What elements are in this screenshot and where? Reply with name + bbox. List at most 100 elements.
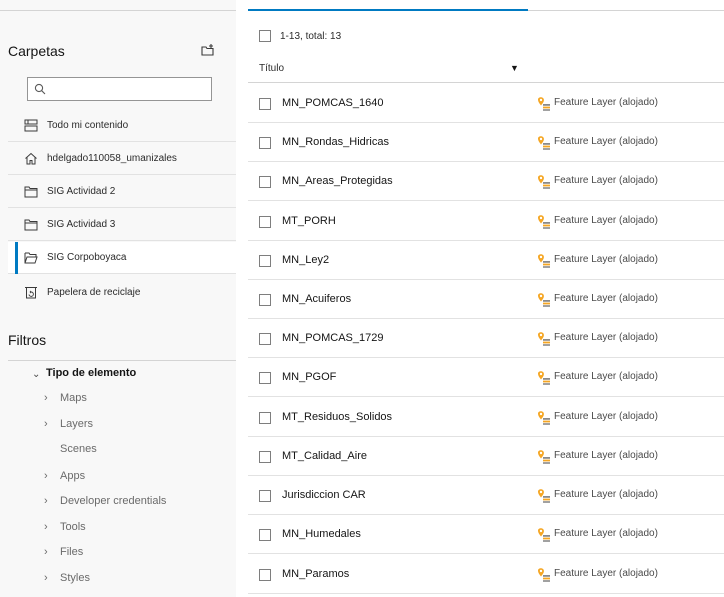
- table-row[interactable]: MT_Calidad_Aire Feature Layer (alojado): [248, 437, 724, 476]
- sidebar-top-divider: [0, 0, 236, 11]
- active-folder-indicator: [15, 242, 18, 274]
- filters-divider: [8, 360, 236, 361]
- item-type: Feature Layer (alojado): [554, 332, 658, 343]
- item-type: Feature Layer (alojado): [554, 254, 658, 265]
- table-row[interactable]: MN_PGOF Feature Layer (alojado): [248, 358, 724, 397]
- item-title[interactable]: MN_Rondas_Hidricas: [282, 136, 389, 148]
- chevron-right-icon: ›: [44, 470, 48, 482]
- feature-layer-icon: [538, 489, 550, 503]
- folder-icon: [24, 186, 38, 198]
- folder-item-sig-actividad-3[interactable]: SIG Actividad 3: [8, 209, 236, 241]
- row-checkbox[interactable]: [259, 176, 271, 188]
- new-folder-icon[interactable]: [201, 43, 215, 57]
- item-title[interactable]: MT_Residuos_Solidos: [282, 411, 392, 423]
- row-checkbox[interactable]: [259, 255, 271, 267]
- folder-label: SIG Actividad 3: [47, 219, 116, 230]
- filter-item-tools[interactable]: › Tools: [44, 521, 86, 533]
- item-title[interactable]: MN_Humedales: [282, 528, 361, 540]
- filter-item-scenes[interactable]: Scenes: [44, 443, 97, 455]
- content-list: 1-13, total: 13 Título ▼ MN_POMCAS_1640 F…: [248, 0, 724, 597]
- feature-layer-icon: [538, 450, 550, 464]
- item-title[interactable]: MT_Calidad_Aire: [282, 450, 367, 462]
- item-title[interactable]: MN_POMCAS_1729: [282, 332, 384, 344]
- item-type: Feature Layer (alojado): [554, 371, 658, 382]
- row-checkbox[interactable]: [259, 98, 271, 110]
- row-checkbox[interactable]: [259, 412, 271, 424]
- home-icon: [25, 152, 37, 165]
- filter-item-styles[interactable]: › Styles: [44, 572, 90, 584]
- folders-title: Carpetas: [8, 43, 65, 59]
- row-checkbox[interactable]: [259, 372, 271, 384]
- filter-item-maps[interactable]: › Maps: [44, 392, 87, 404]
- row-checkbox[interactable]: [259, 216, 271, 228]
- item-title[interactable]: Jurisdiccion CAR: [282, 489, 366, 501]
- table-row[interactable]: MT_Residuos_Solidos Feature Layer (alojad…: [248, 398, 724, 437]
- folder-label: Papelera de reciclaje: [47, 287, 141, 298]
- search-icon: [34, 83, 46, 95]
- item-title[interactable]: MT_PORH: [282, 215, 336, 227]
- filter-item-layers[interactable]: › Layers: [44, 418, 93, 430]
- select-all-checkbox[interactable]: [259, 30, 271, 42]
- feature-layer-icon: [538, 371, 550, 385]
- filter-label: Maps: [60, 392, 87, 404]
- feature-layer-icon: [538, 293, 550, 307]
- filters-title: Filtros: [8, 332, 47, 348]
- folder-icon: [24, 219, 38, 231]
- item-title[interactable]: MN_Ley2: [282, 254, 329, 266]
- feature-layer-icon: [538, 332, 550, 346]
- table-row[interactable]: MN_Humedales Feature Layer (alojado): [248, 515, 724, 554]
- chevron-down-icon[interactable]: ⌄: [32, 369, 40, 380]
- row-checkbox[interactable]: [259, 294, 271, 306]
- item-type: Feature Layer (alojado): [554, 528, 658, 539]
- feature-layer-icon: [538, 136, 550, 150]
- folder-item-recycle-bin[interactable]: Papelera de reciclaje: [8, 277, 236, 309]
- table-row[interactable]: Jurisdiccion CAR Feature Layer (alojado): [248, 476, 724, 515]
- folder-item-home[interactable]: hdelgado110058_umanizales: [8, 143, 236, 175]
- folder-item-sig-corpoboyaca[interactable]: SIG Corpoboyaca: [8, 242, 236, 274]
- folder-label: Todo mi contenido: [47, 120, 129, 131]
- row-checkbox[interactable]: [259, 333, 271, 345]
- filter-item-files[interactable]: › Files: [44, 546, 83, 558]
- active-tab-indicator: [248, 9, 528, 11]
- table-row[interactable]: MN_Paramos Feature Layer (alojado): [248, 555, 724, 594]
- table-row[interactable]: MN_POMCAS_1729 Feature Layer (alojado): [248, 319, 724, 358]
- item-title[interactable]: MN_Paramos: [282, 568, 349, 580]
- folder-item-sig-actividad-2[interactable]: SIG Actividad 2: [8, 176, 236, 208]
- table-row[interactable]: MN_POMCAS_1640 Feature Layer (alojado): [248, 84, 724, 123]
- row-checkbox[interactable]: [259, 490, 271, 502]
- column-header-title[interactable]: Título: [259, 63, 284, 74]
- table-row[interactable]: MN_Areas_Protegidas Feature Layer (alojad…: [248, 162, 724, 201]
- table-row[interactable]: MN_Rondas_Hidricas Feature Layer (alojado…: [248, 123, 724, 162]
- table-row[interactable]: MN_Acuiferos Feature Layer (alojado): [248, 280, 724, 319]
- filter-item-apps[interactable]: › Apps: [44, 470, 85, 482]
- row-checkbox[interactable]: [259, 569, 271, 581]
- filter-label: Apps: [60, 470, 86, 482]
- row-checkbox[interactable]: [259, 137, 271, 149]
- item-type-filter-header[interactable]: Tipo de elemento: [46, 367, 136, 379]
- item-type: Feature Layer (alojado): [554, 293, 658, 304]
- table-row[interactable]: MT_PORH Feature Layer (alojado): [248, 202, 724, 241]
- filter-item-developer-credentials[interactable]: › Developer credentials: [44, 495, 166, 507]
- item-type: Feature Layer (alojado): [554, 136, 658, 147]
- item-type: Feature Layer (alojado): [554, 568, 658, 579]
- sort-descending-icon[interactable]: ▼: [510, 63, 519, 73]
- item-type: Feature Layer (alojado): [554, 450, 658, 461]
- folder-item-all-content[interactable]: Todo mi contenido: [8, 110, 236, 142]
- item-title[interactable]: MN_POMCAS_1640: [282, 97, 384, 109]
- results-count: 1-13, total: 13: [280, 31, 342, 42]
- row-checkbox[interactable]: [259, 451, 271, 463]
- folder-search-input[interactable]: [27, 77, 212, 101]
- item-title[interactable]: MN_PGOF: [282, 371, 336, 383]
- folder-label: SIG Corpoboyaca: [47, 252, 127, 263]
- chevron-right-icon: ›: [44, 392, 48, 404]
- all-content-icon: [24, 119, 38, 132]
- table-row[interactable]: MN_Ley2 Feature Layer (alojado): [248, 241, 724, 280]
- item-title[interactable]: MN_Acuiferos: [282, 293, 351, 305]
- item-type: Feature Layer (alojado): [554, 489, 658, 500]
- feature-layer-icon: [538, 215, 550, 229]
- row-checkbox[interactable]: [259, 529, 271, 541]
- folder-label: SIG Actividad 2: [47, 186, 116, 197]
- chevron-right-icon: ›: [44, 418, 48, 430]
- item-title[interactable]: MN_Areas_Protegidas: [282, 175, 393, 187]
- header-divider: [248, 82, 724, 83]
